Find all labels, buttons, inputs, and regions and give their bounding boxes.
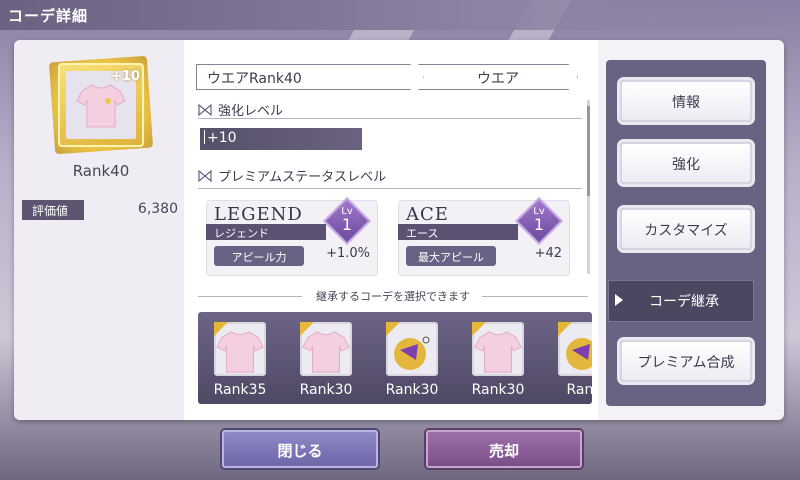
premium-stat-ruby: レジェンド [206,224,326,240]
section-label: プレミアムステータスレベル [218,170,387,185]
inherit-note: 継承するコーデを選択できます [316,290,470,303]
premium-stat-title: ACE [406,204,449,225]
customize-button[interactable]: カスタマイズ [620,208,752,250]
bowtie-icon [198,103,212,116]
inherit-item[interactable]: Rank30 [468,318,528,402]
section-label: 強化レベル [218,104,284,119]
rating-row: 評価値 6,380 [22,200,182,220]
premium-stat-ruby: エース [398,224,518,240]
item-card: +10 [58,63,144,147]
item-icon: +10 [46,55,156,155]
section-enhance-level: 強化レベル [198,100,283,119]
divider [198,118,582,119]
page-title: コーデ詳細 [8,7,89,25]
play-icon [615,294,623,306]
bowtie-icon [198,169,212,182]
sell-button[interactable]: 売却 [426,430,582,468]
info-button[interactable]: 情報 [620,80,752,122]
breadcrumb-item-category: ウエア [418,64,578,90]
premium-stat-level: Lv 1 [533,206,545,234]
section-premium-level: プレミアムステータスレベル [198,166,386,185]
title-bar: コーデ詳細 [0,0,800,30]
divider [198,188,582,189]
premium-stat-value: +42 [534,246,562,261]
premium-stat-card: ACE エース Lv 1 最大アピール +42 [398,196,570,276]
premium-stat-card: LEGEND レジェンド Lv 1 アピール力 +1.0% [206,196,378,276]
inherit-button[interactable]: コーデ継承 [608,280,754,322]
close-button[interactable]: 閉じる [222,430,378,468]
item-rank: Rank40 [72,162,130,180]
inherit-item[interactable]: Rank30 [382,318,442,402]
rating-value: 6,380 [137,201,178,217]
premium-stat-value: +1.0% [326,246,370,261]
enhance-button[interactable]: 強化 [620,142,752,184]
rating-label: 評価値 [22,200,84,220]
inherit-list[interactable]: Rank35 Rank30 Rank30 Rank30 Rank [198,312,592,404]
breadcrumb-item-name: ウエアRank40 [196,64,424,90]
premium-stat-effect: アピール力 [214,246,304,266]
premium-synthesis-button[interactable]: プレミアム合成 [620,340,752,382]
shirt-icon [76,84,126,128]
scrollbar-thumb[interactable] [587,106,590,196]
inherit-item[interactable]: Rank30 [296,318,356,402]
inherit-item[interactable]: Rank [554,318,592,402]
inherit-item[interactable]: Rank35 [210,318,270,402]
premium-stat-level: Lv 1 [341,206,353,234]
enhance-level-value: +10 [200,128,362,150]
plus-badge: +10 [111,69,140,84]
premium-stat-title: LEGEND [214,204,303,225]
premium-stat-effect: 最大アピール [406,246,496,266]
